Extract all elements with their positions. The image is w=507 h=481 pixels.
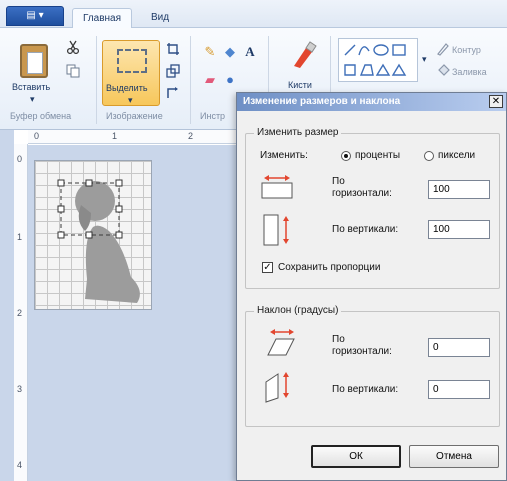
text-tool-icon[interactable]: A [242, 44, 258, 60]
pencil-icon[interactable]: ✎ [202, 44, 218, 60]
resize-horizontal-label-2: горизонтали: [332, 188, 392, 199]
percent-radio[interactable] [341, 151, 351, 161]
fill-bucket-icon[interactable]: ◆ [222, 44, 238, 60]
skew-horizontal-icon [267, 329, 295, 356]
fill-button-label[interactable]: Заливка [452, 67, 487, 77]
menu-icon: ▤ ▾ [26, 10, 44, 21]
keep-ratio-label[interactable]: Сохранить пропорции [278, 262, 380, 273]
cancel-button[interactable]: Отмена [409, 445, 499, 468]
resize-vertical-label: По вертикали: [332, 224, 399, 235]
clipboard-group-label: Буфер обмена [10, 111, 72, 121]
ribbon-separator [96, 36, 97, 124]
close-icon[interactable]: ✕ [489, 95, 503, 108]
skew-groupbox: Наклон (градусы) По горизонтали: По верт… [245, 305, 500, 427]
skew-horizontal-label-1: По [332, 334, 345, 345]
shapes-icons [344, 44, 407, 76]
resize-vertical-icon [263, 214, 289, 246]
ruler-mark: 0 [34, 131, 40, 141]
ok-button[interactable]: ОК [311, 445, 401, 468]
app-menu-button[interactable]: ▤ ▾ [6, 6, 64, 26]
resize-horizontal-icon [261, 175, 293, 199]
brushes-label[interactable]: Кисти [288, 80, 312, 90]
resize-groupbox: Изменить размер Изменить: проценты пиксе… [245, 127, 500, 289]
ribbon-tab-strip: ▤ ▾ Главная Вид [0, 0, 507, 28]
keep-ratio-checkbox[interactable]: ✓ [262, 262, 273, 273]
paste-button-label[interactable]: Вставить [12, 82, 50, 92]
ruler-mark: 2 [17, 308, 23, 318]
crop-icon[interactable] [166, 42, 180, 56]
tab-home[interactable]: Главная [72, 8, 132, 28]
left-ruler: 0 1 2 3 4 [14, 144, 28, 481]
percent-radio-label[interactable]: проценты [355, 150, 400, 161]
skew-group-title: Наклон (градусы) [254, 305, 342, 316]
shapes-gallery[interactable] [338, 38, 418, 82]
pixels-radio-label[interactable]: пиксели [438, 150, 475, 161]
tab-view[interactable]: Вид [140, 8, 180, 28]
paste-dropdown-icon[interactable]: ▾ [30, 94, 35, 105]
resize-group-title: Изменить размер [254, 127, 342, 138]
resize-horizontal-label-1: По [332, 176, 345, 187]
ruler-mark: 4 [17, 460, 23, 470]
ruler-mark: 2 [188, 131, 194, 141]
outline-icon[interactable] [436, 42, 450, 56]
eraser-icon[interactable]: ▰ [202, 72, 218, 88]
brushes-icon[interactable] [290, 40, 320, 70]
shapes-scroll-icon[interactable]: ▾ [422, 54, 427, 65]
skew-vertical-icon [265, 372, 289, 403]
dialog-title: Изменение размеров и наклона [237, 93, 506, 111]
paint-window: ▤ ▾ Главная Вид Вставить ▾ Буфер обмена … [0, 0, 507, 481]
skew-horizontal-input[interactable] [428, 338, 490, 357]
selection-rect-icon [117, 49, 147, 73]
image-group-label: Изображение [106, 111, 163, 121]
skew-horizontal-label-2: горизонтали: [332, 346, 392, 357]
paste-clipboard-icon[interactable] [20, 44, 48, 78]
pixels-radio[interactable] [424, 151, 434, 161]
cut-icon[interactable] [66, 40, 80, 54]
resize-icon[interactable] [166, 64, 180, 78]
select-button[interactable]: Выделить ▾ [102, 40, 160, 106]
left-ruler-strip [0, 130, 14, 481]
ribbon-separator [190, 36, 191, 124]
ruler-mark: 3 [17, 384, 23, 394]
select-dropdown-icon: ▾ [128, 95, 133, 105]
select-button-label: Выделить [106, 83, 148, 93]
resize-skew-dialog: Изменение размеров и наклона ✕ Изменить … [236, 92, 507, 481]
dog-drawing [57, 179, 140, 303]
color-picker-icon[interactable]: ● [222, 72, 238, 88]
resize-horizontal-input[interactable] [428, 180, 490, 199]
drawing-canvas[interactable] [34, 160, 152, 310]
skew-vertical-label: По вертикали: [332, 384, 399, 395]
ruler-mark: 0 [17, 154, 23, 164]
copy-icon[interactable] [66, 64, 80, 78]
outline-button-label[interactable]: Контур [452, 45, 481, 55]
rotate-icon[interactable] [166, 86, 180, 100]
tools-group-label: Инстр [200, 111, 226, 121]
resize-by-label: Изменить: [260, 150, 308, 161]
resize-vertical-input[interactable] [428, 220, 490, 239]
skew-vertical-input[interactable] [428, 380, 490, 399]
fill-icon[interactable] [436, 64, 450, 78]
ruler-mark: 1 [17, 232, 23, 242]
ruler-mark: 1 [112, 131, 118, 141]
